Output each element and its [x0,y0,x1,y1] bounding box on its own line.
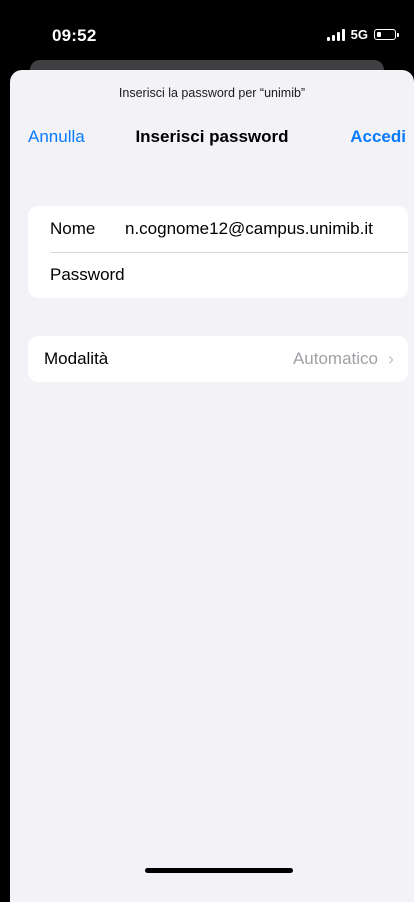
network-label: 5G [350,27,368,42]
screen: 09:52 5G Inserisci la password per “unim… [0,0,414,902]
name-value: n.cognome12@campus.unimib.it [125,219,373,238]
battery-icon [374,29,399,40]
mode-label: Modalità [44,349,109,368]
mode-row[interactable]: Modalità Automatico › [28,336,408,382]
password-row[interactable]: Password [28,252,408,298]
credentials-group: Nome n.cognome12@campus.unimib.it Passwo… [28,206,408,298]
mode-value-wrap: Automatico › [293,349,394,369]
password-field[interactable] [125,260,394,290]
mode-group: Modalità Automatico › [28,336,408,382]
password-prompt: Inserisci la password per “unimib” [118,86,306,100]
cancel-button[interactable]: Annulla [28,127,85,147]
signal-icon [326,28,345,41]
password-sheet: Inserisci la password per “unimib” Inser… [10,70,414,902]
mode-value: Automatico [292,349,378,368]
status-icons: 5G [326,27,399,42]
name-row: Nome n.cognome12@campus.unimib.it [28,206,408,252]
login-button[interactable]: Accedi [350,127,406,147]
chevron-right-icon: › [388,349,394,369]
nav-bar: Inserisci password Annulla Accedi [10,124,414,154]
home-indicator[interactable] [145,868,293,873]
password-label: Password [50,265,125,284]
name-label: Nome [50,219,96,238]
status-time: 09:52 [52,26,97,45]
status-bar: 09:52 5G [0,0,414,60]
